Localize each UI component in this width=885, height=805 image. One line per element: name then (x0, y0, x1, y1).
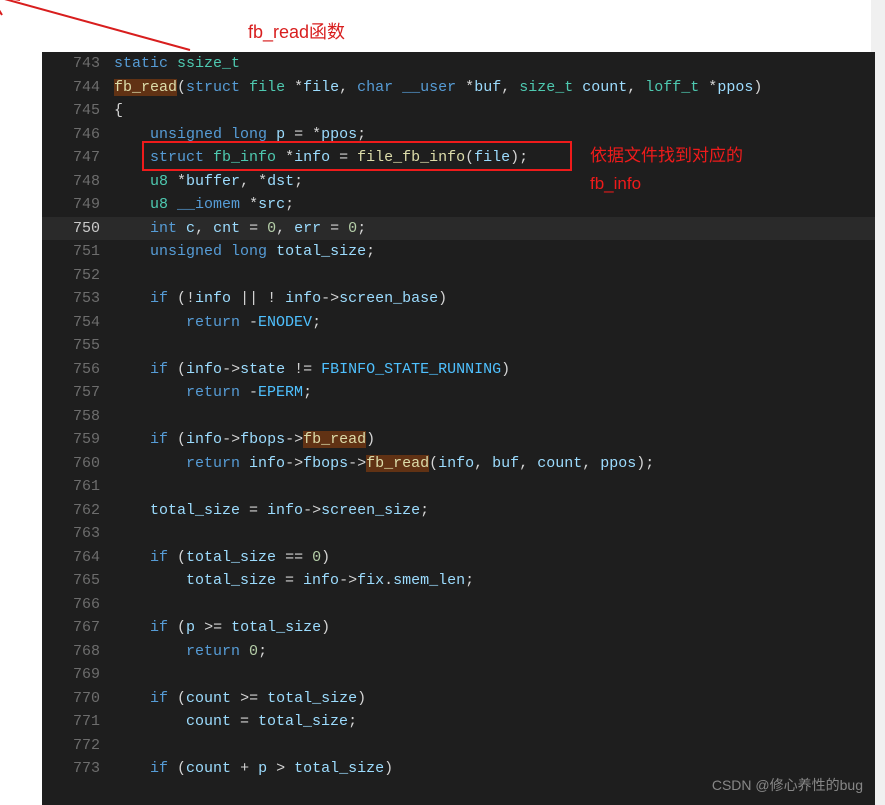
code-line[interactable]: 745{ (42, 99, 875, 123)
watermark: CSDN @修心养性的bug (712, 775, 863, 795)
code-line[interactable]: 761 (42, 475, 875, 499)
code-line[interactable]: 762 total_size = info->screen_size; (42, 499, 875, 523)
line-number: 756 (42, 358, 114, 382)
line-number: 769 (42, 663, 114, 687)
code-line[interactable]: 765 total_size = info->fix.smem_len; (42, 569, 875, 593)
code-line[interactable]: 771 count = total_size; (42, 710, 875, 734)
line-number: 750 (42, 217, 114, 241)
line-number: 744 (42, 76, 114, 100)
code-line[interactable]: 768 return 0; (42, 640, 875, 664)
code-line[interactable]: 760 return info->fbops->fb_read(info, bu… (42, 452, 875, 476)
line-number: 749 (42, 193, 114, 217)
line-number: 772 (42, 734, 114, 758)
code-line[interactable]: 766 (42, 593, 875, 617)
line-number: 765 (42, 569, 114, 593)
code-content: return -ENODEV; (114, 311, 875, 335)
code-line[interactable]: 748 u8 *buffer, *dst; (42, 170, 875, 194)
line-number: 771 (42, 710, 114, 734)
code-content: total_size = info->fix.smem_len; (114, 569, 875, 593)
line-number: 767 (42, 616, 114, 640)
line-number: 748 (42, 170, 114, 194)
line-number: 764 (42, 546, 114, 570)
line-number: 761 (42, 475, 114, 499)
code-content: total_size = info->screen_size; (114, 499, 875, 523)
line-number: 759 (42, 428, 114, 452)
code-line[interactable]: 758 (42, 405, 875, 429)
code-content (114, 475, 875, 499)
line-number: 752 (42, 264, 114, 288)
line-number: 757 (42, 381, 114, 405)
code-line[interactable]: 754 return -ENODEV; (42, 311, 875, 335)
code-editor: 743static ssize_t744fb_read(struct file … (42, 52, 875, 805)
code-content (114, 264, 875, 288)
code-content (114, 334, 875, 358)
code-content (114, 593, 875, 617)
code-line[interactable]: 756 if (info->state != FBINFO_STATE_RUNN… (42, 358, 875, 382)
code-content: return 0; (114, 640, 875, 664)
code-line[interactable]: 750 int c, cnt = 0, err = 0; (42, 217, 875, 241)
line-number: 754 (42, 311, 114, 335)
line-number: 760 (42, 452, 114, 476)
code-line[interactable]: 743static ssize_t (42, 52, 875, 76)
side-annotation-line1: 依据文件找到对应的 (590, 142, 743, 170)
code-line[interactable]: 764 if (total_size == 0) (42, 546, 875, 570)
code-content (114, 522, 875, 546)
code-line[interactable]: 772 (42, 734, 875, 758)
code-content (114, 663, 875, 687)
code-line[interactable]: 749 u8 __iomem *src; (42, 193, 875, 217)
code-content: { (114, 99, 875, 123)
code-content: if (info->state != FBINFO_STATE_RUNNING) (114, 358, 875, 382)
line-number: 745 (42, 99, 114, 123)
top-annotation-label: fb_read函数 (248, 18, 345, 44)
line-number: 770 (42, 687, 114, 711)
arrow-annotation (0, 0, 250, 52)
code-content: if (!info || ! info->screen_base) (114, 287, 875, 311)
side-annotation: 依据文件找到对应的 fb_info (590, 142, 743, 198)
line-number: 743 (42, 52, 114, 76)
code-line[interactable]: 759 if (info->fbops->fb_read) (42, 428, 875, 452)
highlight-box (142, 141, 572, 171)
line-number: 755 (42, 334, 114, 358)
code-content (114, 734, 875, 758)
code-content: count = total_size; (114, 710, 875, 734)
line-number: 747 (42, 146, 114, 170)
line-number: 758 (42, 405, 114, 429)
line-number: 766 (42, 593, 114, 617)
code-content: int c, cnt = 0, err = 0; (114, 217, 875, 241)
code-content (114, 405, 875, 429)
line-number: 773 (42, 757, 114, 781)
code-line[interactable]: 769 (42, 663, 875, 687)
code-content: fb_read(struct file *file, char __user *… (114, 76, 875, 100)
code-content: return info->fbops->fb_read(info, buf, c… (114, 452, 875, 476)
code-content: u8 *buffer, *dst; (114, 170, 875, 194)
code-content: if (count >= total_size) (114, 687, 875, 711)
code-content: if (p >= total_size) (114, 616, 875, 640)
code-line[interactable]: 744fb_read(struct file *file, char __use… (42, 76, 875, 100)
top-annotation-area: fb_read函数 (0, 0, 885, 52)
code-line[interactable]: 752 (42, 264, 875, 288)
code-line[interactable]: 755 (42, 334, 875, 358)
code-content: if (info->fbops->fb_read) (114, 428, 875, 452)
line-number: 763 (42, 522, 114, 546)
code-content: if (total_size == 0) (114, 546, 875, 570)
side-annotation-line2: fb_info (590, 170, 743, 198)
code-line[interactable]: 767 if (p >= total_size) (42, 616, 875, 640)
code-line[interactable]: 757 return -EPERM; (42, 381, 875, 405)
line-number: 753 (42, 287, 114, 311)
code-content: return -EPERM; (114, 381, 875, 405)
line-number: 768 (42, 640, 114, 664)
code-content: u8 __iomem *src; (114, 193, 875, 217)
line-number: 746 (42, 123, 114, 147)
code-content: unsigned long total_size; (114, 240, 875, 264)
code-line[interactable]: 753 if (!info || ! info->screen_base) (42, 287, 875, 311)
line-number: 751 (42, 240, 114, 264)
code-content: static ssize_t (114, 52, 875, 76)
code-line[interactable]: 751 unsigned long total_size; (42, 240, 875, 264)
line-number: 762 (42, 499, 114, 523)
code-line[interactable]: 770 if (count >= total_size) (42, 687, 875, 711)
code-line[interactable]: 763 (42, 522, 875, 546)
